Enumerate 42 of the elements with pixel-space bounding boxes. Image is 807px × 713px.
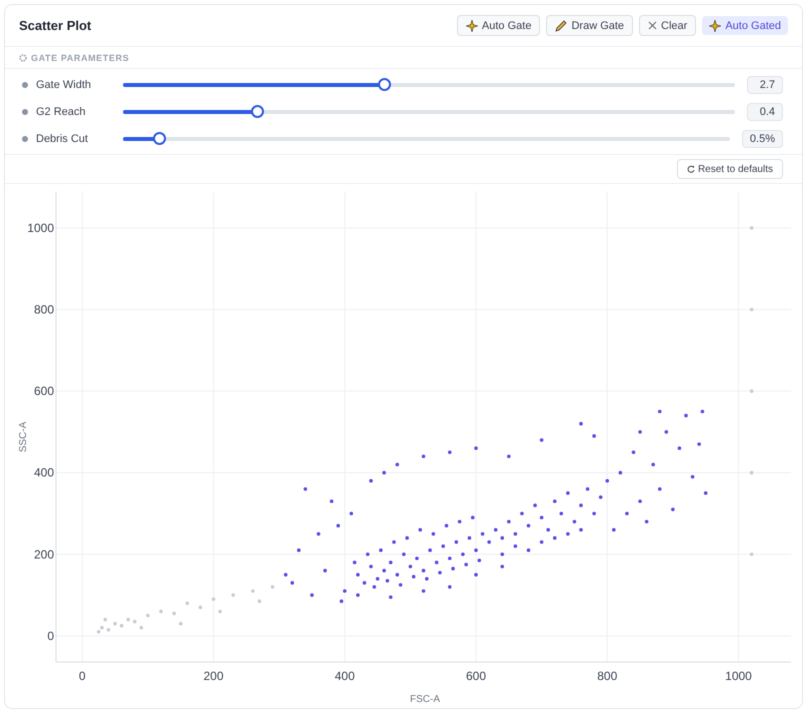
tick-label: 400 <box>34 466 54 480</box>
tick-label: 800 <box>597 669 618 683</box>
section-title: GATE PARAMETERS <box>31 52 130 62</box>
slider-label: Debris Cut <box>36 132 89 144</box>
toolbar-button[interactable]: Draw Gate <box>546 15 634 36</box>
tick-label: 800 <box>34 302 54 316</box>
tick-label: 0 <box>78 669 86 683</box>
bullet-icon <box>22 82 28 88</box>
tick-label: 400 <box>334 669 355 683</box>
slider-thumb[interactable] <box>378 78 391 91</box>
pencil-icon <box>555 20 568 32</box>
slider-value: 2.7 <box>747 76 783 94</box>
axis-title: FSC-A <box>410 694 440 705</box>
sparkle-icon <box>709 20 722 32</box>
status-badge: Auto Gated <box>702 16 788 35</box>
bullet-icon <box>22 108 28 114</box>
slider-label: G2 Reach <box>36 106 87 118</box>
tick-label: 600 <box>34 384 54 398</box>
close-icon <box>648 21 658 30</box>
slider-track[interactable] <box>123 132 730 145</box>
slider-thumb[interactable] <box>251 105 264 118</box>
reset-icon <box>686 165 695 173</box>
slider-label: Gate Width <box>36 78 92 90</box>
axis-title: SSC-A <box>18 422 29 452</box>
tick-label: 1000 <box>725 669 752 683</box>
tick-label: 200 <box>34 547 54 562</box>
sparkle-icon <box>466 20 478 32</box>
toolbar-button[interactable]: Clear <box>639 15 696 36</box>
gear-icon <box>19 54 27 62</box>
tick-label: 1000 <box>27 220 54 235</box>
slider-track[interactable] <box>123 105 735 118</box>
slider-track[interactable] <box>123 78 735 91</box>
tick-label: 600 <box>466 669 486 683</box>
slider-value: 0.4 <box>747 102 783 120</box>
tick-label: 0 <box>47 628 54 643</box>
reset-button[interactable]: Reset to defaults <box>676 159 783 179</box>
toolbar-button[interactable]: Auto Gate <box>456 15 540 36</box>
slider-thumb[interactable] <box>152 132 166 145</box>
card-title: Scatter Plot <box>19 18 92 33</box>
slider-value: 0.5% <box>742 130 783 148</box>
tick-label: 200 <box>203 669 224 683</box>
bullet-icon <box>22 136 28 142</box>
